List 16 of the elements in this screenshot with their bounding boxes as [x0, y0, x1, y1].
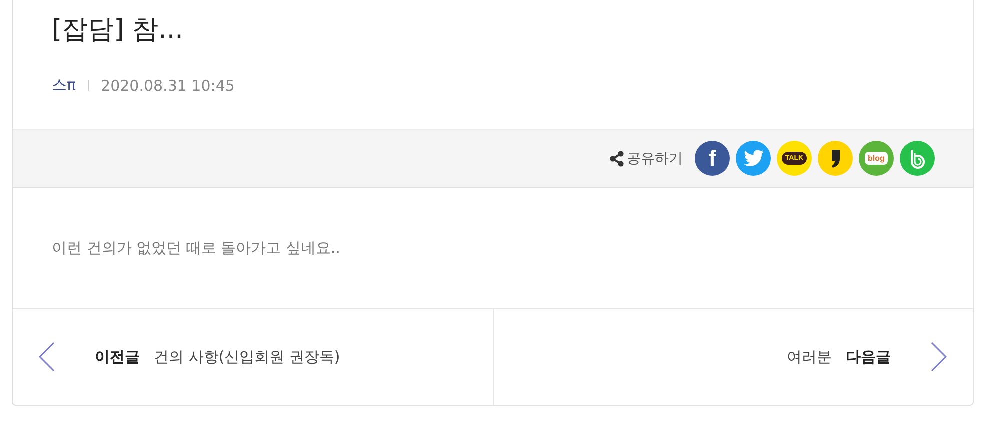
share-label: 공유하기 — [627, 150, 683, 168]
chevron-left-icon[interactable] — [39, 342, 55, 372]
chevron-right-icon[interactable] — [931, 342, 947, 372]
share-button[interactable] — [818, 141, 853, 176]
next-label[interactable]: 다음글 — [846, 348, 891, 366]
post-date: 2020.08.31 10:45 — [101, 76, 235, 94]
share-button[interactable]: f — [695, 141, 730, 176]
bird-icon — [744, 150, 764, 167]
comma-icon — [830, 148, 840, 168]
prev-label[interactable]: 이전글 — [95, 348, 140, 366]
share-icon — [610, 150, 624, 166]
author-name[interactable]: 스π — [52, 76, 76, 95]
next-post-link[interactable]: 여러분 — [787, 348, 832, 366]
post-body: 이런 건의가 없었던 때로 돌아가고 싶네요.. — [52, 238, 340, 258]
post-title: [잡담] 참... — [52, 14, 184, 47]
prev-post-link[interactable]: 건의 사항(신입회원 권장독) — [154, 348, 340, 366]
